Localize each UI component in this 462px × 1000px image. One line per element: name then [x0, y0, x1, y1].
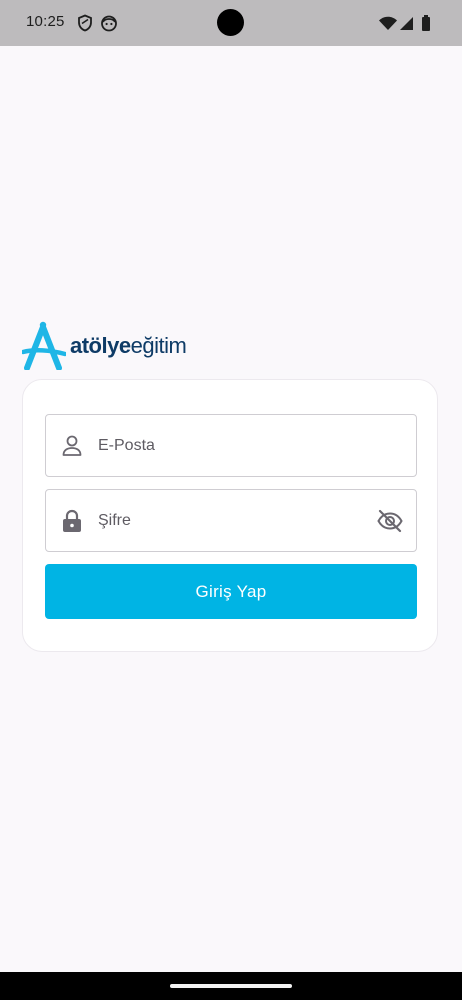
brand-wordmark-bold: atölye	[70, 333, 131, 358]
brand-wordmark: atölyeeğitim	[70, 333, 187, 359]
status-bar: 10:25	[0, 0, 462, 46]
password-input[interactable]	[98, 490, 368, 551]
brand-logo: atölyeeğitim	[22, 320, 222, 372]
shield-icon	[78, 14, 92, 32]
navigation-bar	[0, 972, 462, 1000]
login-button[interactable]: Giriş Yap	[45, 564, 417, 619]
cellular-signal-icon	[400, 17, 413, 30]
home-indicator[interactable]	[170, 984, 292, 988]
camera-cutout	[217, 9, 244, 36]
login-card: Giriş Yap	[22, 379, 438, 652]
password-field[interactable]	[45, 489, 417, 552]
email-field[interactable]	[45, 414, 417, 477]
lock-icon	[63, 509, 81, 532]
email-input[interactable]	[98, 415, 368, 476]
compass-a-logo-icon	[22, 321, 66, 370]
eye-off-icon[interactable]	[376, 507, 404, 535]
person-icon	[62, 435, 82, 456]
battery-icon	[422, 15, 430, 31]
smiley-app-icon	[101, 15, 117, 32]
wifi-icon	[379, 16, 397, 30]
status-time: 10:25	[26, 13, 65, 30]
brand-wordmark-light: eğitim	[130, 333, 187, 358]
